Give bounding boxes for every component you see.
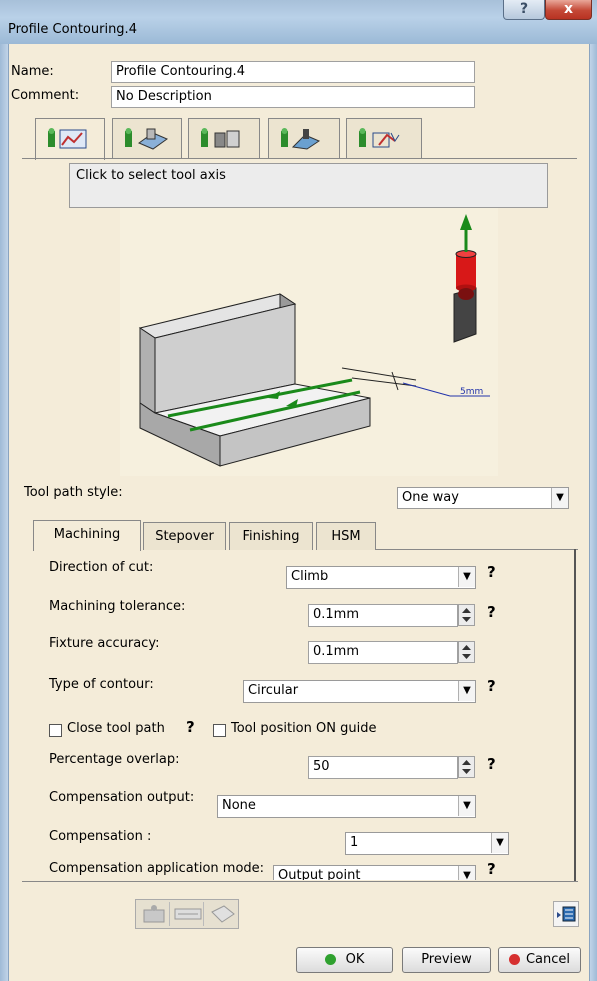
- tab-feeds-speeds[interactable]: [268, 118, 340, 158]
- simulate-button[interactable]: [172, 902, 204, 926]
- compensation-application-mode-value: Output point: [278, 868, 361, 880]
- chevron-down-icon[interactable]: ▼: [458, 866, 475, 880]
- feeds-speeds-tab-icon: [281, 128, 321, 150]
- tool-position-on-guide-label: Tool position ON guide: [231, 721, 377, 736]
- close-button[interactable]: x: [545, 0, 592, 20]
- compensation-output-dropdown[interactable]: None ▼: [217, 795, 476, 818]
- close-tool-path-label: Close tool path: [67, 721, 165, 736]
- tab-geometry[interactable]: [112, 118, 182, 158]
- help-icon: ?: [519, 1, 529, 17]
- percentage-overlap-input[interactable]: 50: [308, 756, 458, 779]
- preview-button[interactable]: Preview: [402, 947, 491, 973]
- cancel-label: Cancel: [525, 952, 571, 967]
- chevron-down-icon[interactable]: ▼: [458, 681, 475, 701]
- tab-strip-line: [22, 158, 577, 159]
- replay-button[interactable]: [138, 902, 170, 926]
- name-field[interactable]: Profile Contouring.4: [111, 61, 475, 83]
- ok-button[interactable]: OK: [296, 947, 393, 973]
- type-of-contour-dropdown[interactable]: Circular ▼: [243, 680, 476, 703]
- machining-tolerance-spinner[interactable]: [458, 604, 475, 626]
- tool-axis-diagram[interactable]: 5mm: [120, 208, 498, 476]
- close-icon: x: [563, 1, 574, 17]
- ok-icon: [324, 954, 336, 965]
- direction-of-cut-label: Direction of cut:: [49, 560, 154, 575]
- name-label: Name:: [11, 64, 54, 79]
- compensation-value: 1: [350, 835, 359, 850]
- compensation-output-label: Compensation output:: [49, 790, 195, 805]
- cancel-button[interactable]: Cancel: [498, 947, 581, 973]
- comment-field[interactable]: No Description: [111, 86, 475, 108]
- fixture-accuracy-label: Fixture accuracy:: [49, 636, 160, 651]
- help-question-icon[interactable]: ?: [487, 860, 496, 878]
- tab-strategy[interactable]: [35, 118, 105, 160]
- film-strip-icon: [557, 906, 576, 922]
- comment-label: Comment:: [11, 88, 80, 103]
- type-of-contour-label: Type of contour:: [49, 677, 154, 692]
- tab-macro[interactable]: [346, 118, 422, 158]
- geometry-tab-icon: [125, 128, 169, 150]
- help-question-icon[interactable]: ?: [487, 603, 496, 621]
- tab-stepover[interactable]: Stepover: [143, 522, 226, 550]
- window-title: Profile Contouring.4: [8, 22, 137, 37]
- chevron-down-icon[interactable]: ▼: [491, 833, 508, 853]
- tool-position-on-guide-checkbox[interactable]: [213, 724, 226, 737]
- tool-path-style-dropdown[interactable]: One way ▼: [397, 487, 569, 509]
- fixture-accuracy-spinner[interactable]: [458, 641, 475, 663]
- info-message-box: Click to select tool axis: [69, 163, 548, 208]
- compensation-output-value: None: [222, 798, 256, 813]
- spinner-arrows-icon: [462, 645, 471, 659]
- dimension-label: 5mm: [460, 387, 483, 397]
- type-of-contour-value: Circular: [248, 683, 299, 698]
- tab-machining[interactable]: Machining: [33, 520, 141, 551]
- close-tool-path-checkbox[interactable]: [49, 724, 62, 737]
- tool-path-toolbar: [135, 899, 239, 929]
- subtab-strip-line: [376, 549, 578, 550]
- panel-scroll-edge: [574, 549, 576, 881]
- window-left-frame: [0, 0, 8, 981]
- chevron-down-icon[interactable]: ▼: [458, 796, 475, 816]
- percentage-overlap-spinner[interactable]: [458, 756, 475, 778]
- tool-path-style-value: One way: [402, 490, 459, 505]
- direction-of-cut-dropdown[interactable]: Climb ▼: [286, 566, 476, 589]
- tab-tool[interactable]: [188, 118, 260, 158]
- strategy-tab-icon: [48, 128, 87, 149]
- simulate-icon: [174, 908, 202, 920]
- compensation-application-mode-dropdown[interactable]: Output point ▼: [273, 865, 476, 880]
- macro-tab-icon: [359, 128, 400, 148]
- replay-icon: [143, 905, 165, 923]
- panel-bottom-line: [22, 881, 578, 882]
- tool-tab-icon: [201, 128, 240, 148]
- tab-finishing[interactable]: Finishing: [229, 522, 313, 550]
- preview-label: Preview: [421, 952, 472, 967]
- tool-display-button[interactable]: [206, 902, 238, 926]
- machining-tolerance-input[interactable]: 0.1mm: [308, 604, 458, 627]
- direction-of-cut-value: Climb: [291, 569, 329, 584]
- chevron-down-icon[interactable]: ▼: [458, 567, 475, 587]
- compensation-label: Compensation :: [49, 829, 152, 844]
- percentage-overlap-label: Percentage overlap:: [49, 752, 180, 767]
- title-bar[interactable]: Profile Contouring.4 ? x: [0, 0, 597, 44]
- help-question-icon[interactable]: ?: [487, 563, 496, 581]
- compensation-application-mode-label: Compensation application mode:: [49, 861, 265, 876]
- help-question-icon[interactable]: ?: [186, 718, 195, 736]
- help-question-icon[interactable]: ?: [487, 755, 496, 773]
- info-message: Click to select tool axis: [76, 168, 226, 183]
- ok-label: OK: [345, 952, 365, 967]
- spinner-arrows-icon: [462, 760, 471, 774]
- cancel-icon: [508, 954, 520, 965]
- machining-tolerance-label: Machining tolerance:: [49, 599, 186, 614]
- compensation-dropdown[interactable]: 1 ▼: [345, 832, 509, 855]
- analysis-button[interactable]: [553, 901, 579, 927]
- spinner-arrows-icon: [462, 608, 471, 622]
- chevron-down-icon[interactable]: ▼: [551, 488, 568, 508]
- tab-hsm[interactable]: HSM: [316, 522, 376, 550]
- tool-display-icon: [211, 905, 235, 923]
- tool-path-style-label: Tool path style:: [24, 485, 123, 500]
- fixture-accuracy-input[interactable]: 0.1mm: [308, 641, 458, 664]
- window-right-frame: [590, 0, 597, 981]
- help-button[interactable]: ?: [503, 0, 545, 20]
- help-question-icon[interactable]: ?: [487, 677, 496, 695]
